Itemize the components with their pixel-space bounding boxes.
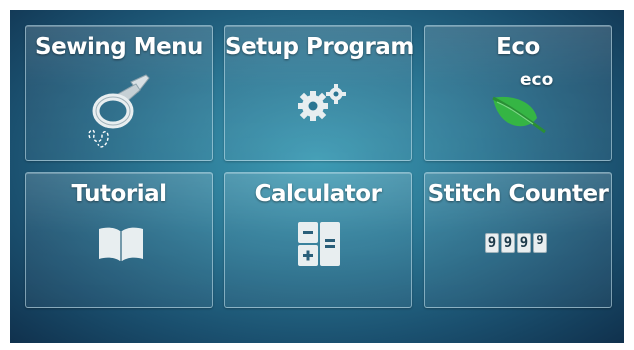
gears-icon [298, 84, 346, 121]
tutorial-button[interactable]: Tutorial [25, 172, 213, 308]
sewing-menu-button[interactable]: Sewing Menu [25, 25, 213, 161]
counter-digit: 9 [533, 233, 547, 253]
leaf-icon [492, 96, 546, 134]
presser-foot-icon [88, 74, 150, 148]
setup-program-button[interactable]: Setup Program [224, 25, 414, 161]
eco-label: Eco [496, 34, 540, 60]
eco-button[interactable]: Eco eco [424, 25, 612, 161]
book-icon [99, 227, 143, 261]
setup-program-label: Setup Program [225, 34, 414, 60]
sewing-menu-label: Sewing Menu [35, 34, 203, 60]
stitch-counter-button[interactable]: Stitch Counter 9 9 9 9 [424, 172, 612, 308]
calculator-label: Calculator [254, 181, 382, 207]
counter-digit: 9 [517, 233, 531, 253]
stitch-counter-label: Stitch Counter [427, 181, 609, 207]
calculator-button[interactable]: Calculator [224, 172, 412, 308]
calculator-icon [298, 222, 340, 266]
counter-digit: 9 [485, 233, 499, 253]
main-menu-screen: Sewing Menu Setup Program Eco eco Tutori… [10, 10, 624, 343]
counter-digit: 9 [501, 233, 515, 253]
eco-sublabel: eco [520, 70, 554, 90]
tutorial-label: Tutorial [71, 181, 167, 207]
counter-icon: 9 9 9 9 [485, 233, 547, 253]
